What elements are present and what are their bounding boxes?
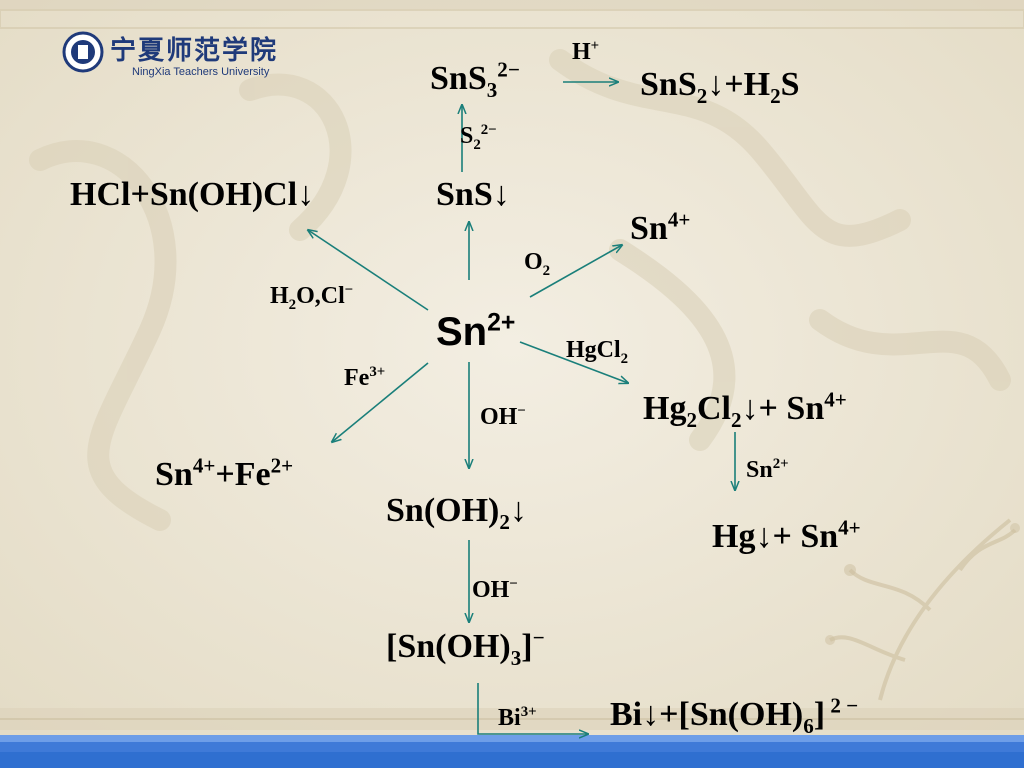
reagent-fe3-plus: Fe3+ xyxy=(344,364,386,391)
reagent-hgcl2: HgCl2 xyxy=(566,337,629,367)
product-snoh2: Sn(OH)2↓ xyxy=(386,492,527,534)
reagent-o2: O2 xyxy=(524,249,551,279)
product-snoh3-minus: [Sn(OH)3]− xyxy=(386,625,545,670)
center-sn2-plus: Sn2+ xyxy=(436,309,516,354)
sns3-2minus: SnS32− xyxy=(430,57,520,102)
reagent-h2o-cl: H2O,Cl− xyxy=(270,282,354,313)
reagent-sn2-plus: Sn2+ xyxy=(746,456,789,483)
product-sn4-fe2: Sn4++Fe2+ xyxy=(155,453,294,493)
product-hg-sn4: Hg↓+ Sn4+ xyxy=(712,515,861,555)
reagent-bi3-plus: Bi3+ xyxy=(498,704,537,731)
product-bi-snoh6: Bi↓+[Sn(OH)6] 2 − xyxy=(610,693,859,738)
reagent-oh-minus-2: OH− xyxy=(472,576,518,603)
product-sns2-h2s: SnS2↓+H2S xyxy=(640,66,800,108)
product-hg2cl2-sn4: Hg2Cl2↓+ Sn4+ xyxy=(643,387,847,432)
reagent-h-plus: H+ xyxy=(572,38,600,65)
reagent-oh-minus-1: OH− xyxy=(480,403,526,430)
product-sn4-plus: Sn4+ xyxy=(630,207,691,247)
product-sns: SnS↓ xyxy=(436,176,510,213)
reagent-s2-2minus: S22− xyxy=(460,122,497,153)
product-hcl-snohcl: HCl+Sn(OH)Cl↓ xyxy=(70,176,315,213)
